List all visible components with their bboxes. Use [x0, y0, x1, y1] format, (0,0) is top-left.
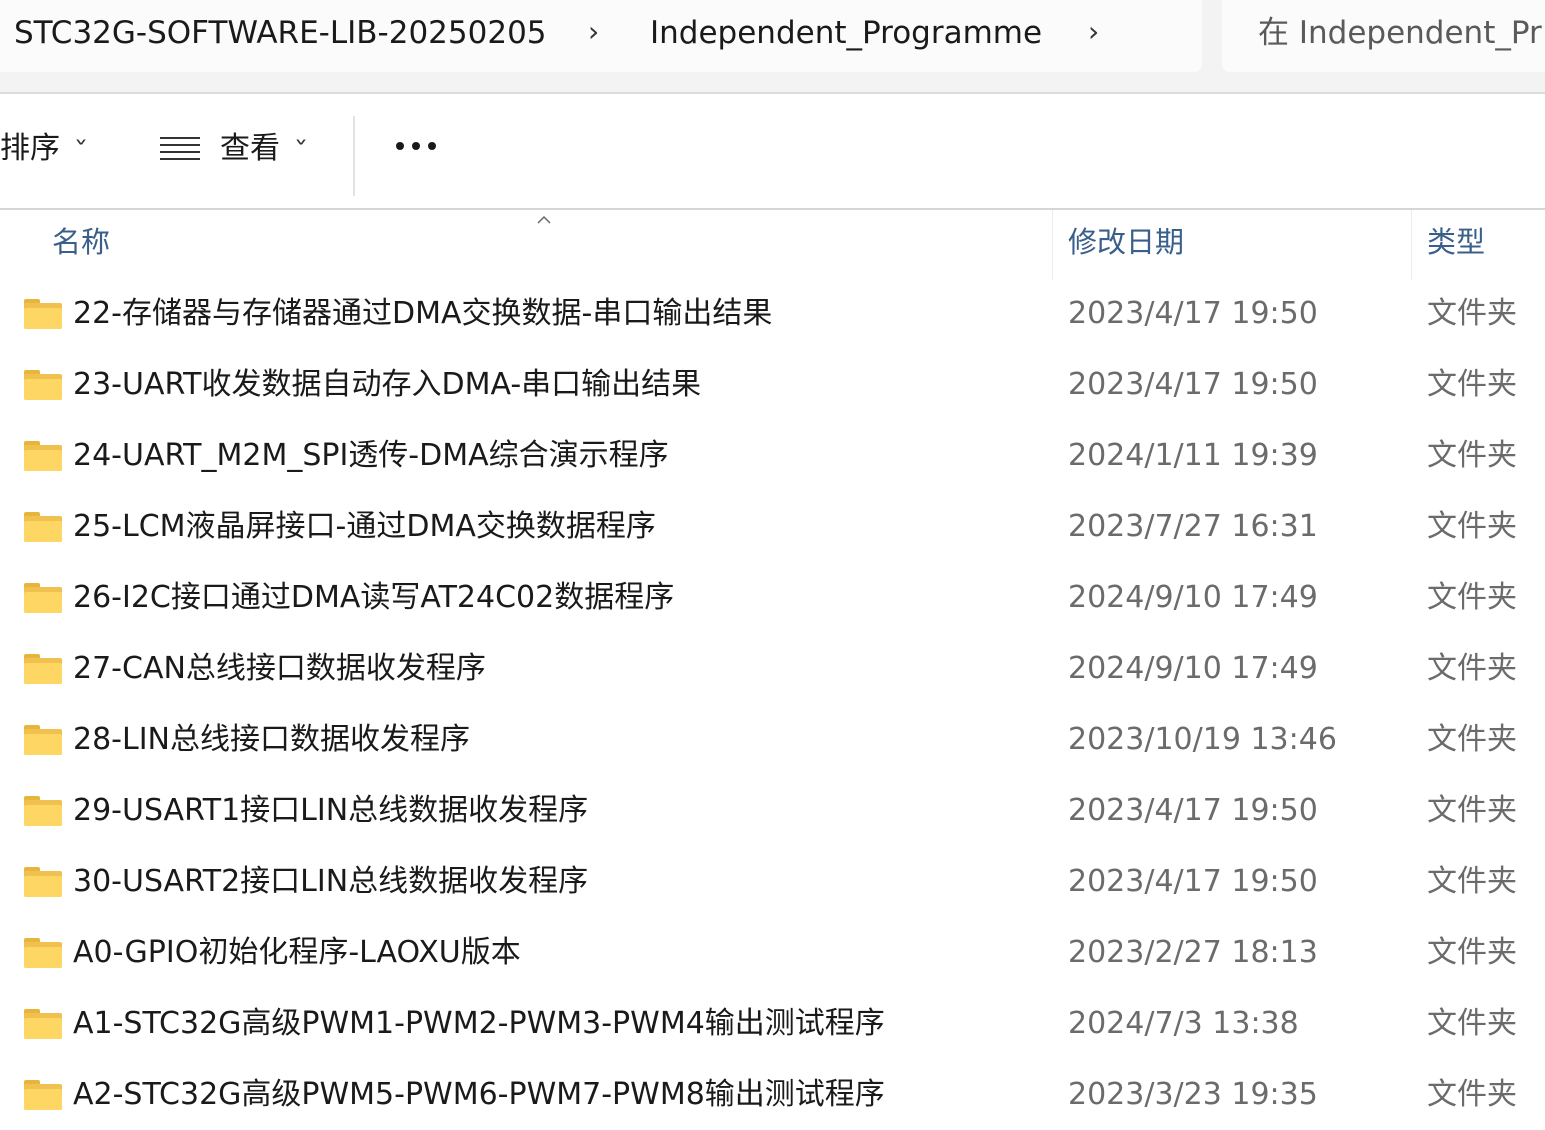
folder-icon: [24, 796, 62, 826]
table-row[interactable]: 23-UART收发数据自动存入DMA-串口输出结果 2023/4/17 19:5…: [0, 351, 1545, 422]
folder-icon: [24, 654, 62, 684]
file-date: 2023/2/27 18:13: [1068, 935, 1318, 970]
file-name: 22-存储器与存储器通过DMA交换数据-串口输出结果: [73, 296, 773, 331]
folder-icon: [24, 867, 62, 897]
table-row[interactable]: A1-STC32G高级PWM1-PWM2-PWM3-PWM4输出测试程序 202…: [0, 990, 1545, 1061]
file-date: 2024/9/10 17:49: [1068, 651, 1318, 686]
table-row[interactable]: 26-I2C接口通过DMA读写AT24C02数据程序 2024/9/10 17:…: [0, 564, 1545, 635]
table-row[interactable]: A0-GPIO初始化程序-LAOXU版本 2023/2/27 18:13 文件夹: [0, 919, 1545, 990]
file-type: 文件夹: [1427, 793, 1517, 828]
breadcrumb-item-root[interactable]: STC32G-SOFTWARE-LIB-20250205: [14, 18, 547, 49]
folder-icon: [24, 583, 62, 613]
file-type: 文件夹: [1427, 935, 1517, 970]
file-type: 文件夹: [1427, 864, 1517, 899]
table-row[interactable]: 29-USART1接口LIN总线数据收发程序 2023/4/17 19:50 文…: [0, 777, 1545, 848]
file-date: 2023/4/17 19:50: [1068, 367, 1318, 402]
address-bar-area: STC32G-SOFTWARE-LIB-20250205 › Independe…: [0, 0, 1545, 92]
file-type: 文件夹: [1427, 296, 1517, 331]
file-type: 文件夹: [1427, 580, 1517, 615]
folder-icon: [24, 441, 62, 471]
file-date: 2024/9/10 17:49: [1068, 580, 1318, 615]
file-name: A1-STC32G高级PWM1-PWM2-PWM3-PWM4输出测试程序: [73, 1006, 885, 1041]
file-type: 文件夹: [1427, 367, 1517, 402]
file-name: 28-LIN总线接口数据收发程序: [73, 722, 471, 757]
file-date: 2023/3/23 19:35: [1068, 1077, 1318, 1112]
table-row[interactable]: 25-LCM液晶屏接口-通过DMA交换数据程序 2023/7/27 16:31 …: [0, 493, 1545, 564]
search-input[interactable]: 在 Independent_Pr: [1222, 0, 1545, 72]
folder-icon: [24, 725, 62, 755]
toolbar-divider: [353, 116, 355, 196]
file-type: 文件夹: [1427, 438, 1517, 473]
file-date: 2023/4/17 19:50: [1068, 864, 1318, 899]
file-date: 2023/4/17 19:50: [1068, 793, 1318, 828]
file-name: 24-UART_M2M_SPI透传-DMA综合演示程序: [73, 438, 669, 473]
view-label: 查看: [220, 131, 280, 166]
chevron-down-icon: ˅: [293, 137, 309, 161]
file-name: 26-I2C接口通过DMA读写AT24C02数据程序: [73, 580, 675, 615]
table-row[interactable]: A2-STC32G高级PWM5-PWM6-PWM7-PWM8输出测试程序 202…: [0, 1061, 1545, 1130]
file-name: 27-CAN总线接口数据收发程序: [73, 651, 486, 686]
view-button[interactable]: 查看 ˅: [160, 131, 309, 166]
more-options-icon[interactable]: [396, 142, 436, 150]
folder-icon: [24, 1080, 62, 1110]
file-type: 文件夹: [1427, 509, 1517, 544]
file-name: 30-USART2接口LIN总线数据收发程序: [73, 864, 589, 899]
file-name: A2-STC32G高级PWM5-PWM6-PWM7-PWM8输出测试程序: [73, 1077, 885, 1112]
file-type: 文件夹: [1427, 722, 1517, 757]
breadcrumb[interactable]: STC32G-SOFTWARE-LIB-20250205 › Independe…: [0, 0, 1202, 72]
column-header-date[interactable]: 修改日期: [1068, 228, 1184, 257]
table-row[interactable]: 27-CAN总线接口数据收发程序 2024/9/10 17:49 文件夹: [0, 635, 1545, 706]
column-header-name[interactable]: 名称: [52, 228, 110, 257]
folder-icon: [24, 512, 62, 542]
file-type: 文件夹: [1427, 1077, 1517, 1112]
chevron-down-icon: ˅: [73, 137, 89, 161]
file-list: 名称 修改日期 类型 22-存储器与存储器通过DMA交换数据-串口输出结果 20…: [0, 210, 1545, 1130]
folder-icon: [24, 299, 62, 329]
chevron-right-icon[interactable]: ›: [1088, 18, 1099, 46]
file-type: 文件夹: [1427, 651, 1517, 686]
column-header-type[interactable]: 类型: [1427, 228, 1485, 257]
file-date: 2024/7/3 13:38: [1068, 1006, 1299, 1041]
table-row[interactable]: 22-存储器与存储器通过DMA交换数据-串口输出结果 2023/4/17 19:…: [0, 280, 1545, 351]
table-row[interactable]: 24-UART_M2M_SPI透传-DMA综合演示程序 2024/1/11 19…: [0, 422, 1545, 493]
file-name: A0-GPIO初始化程序-LAOXU版本: [73, 935, 521, 970]
sort-label: 排序: [0, 131, 60, 166]
column-divider[interactable]: [1411, 210, 1412, 280]
breadcrumb-item-current[interactable]: Independent_Programme: [650, 18, 1042, 49]
folder-icon: [24, 370, 62, 400]
folder-icon: [24, 938, 62, 968]
file-name: 29-USART1接口LIN总线数据收发程序: [73, 793, 589, 828]
file-type: 文件夹: [1427, 1006, 1517, 1041]
search-placeholder: 在 Independent_Pr: [1258, 15, 1542, 51]
file-name: 25-LCM液晶屏接口-通过DMA交换数据程序: [73, 509, 656, 544]
file-name: 23-UART收发数据自动存入DMA-串口输出结果: [73, 367, 702, 402]
list-view-icon: [160, 137, 200, 161]
chevron-right-icon[interactable]: ›: [588, 18, 599, 46]
file-date: 2023/10/19 13:46: [1068, 722, 1337, 757]
sort-ascending-icon: [537, 215, 551, 224]
file-date: 2023/4/17 19:50: [1068, 296, 1318, 331]
command-bar: 排序 ˅ 查看 ˅: [0, 92, 1545, 210]
sort-button[interactable]: 排序 ˅: [0, 131, 89, 166]
file-date: 2023/7/27 16:31: [1068, 509, 1318, 544]
file-date: 2024/1/11 19:39: [1068, 438, 1318, 473]
table-row[interactable]: 30-USART2接口LIN总线数据收发程序 2023/4/17 19:50 文…: [0, 848, 1545, 919]
column-divider[interactable]: [1052, 210, 1053, 280]
folder-icon: [24, 1009, 62, 1039]
table-row[interactable]: 28-LIN总线接口数据收发程序 2023/10/19 13:46 文件夹: [0, 706, 1545, 777]
column-header-row: 名称 修改日期 类型: [0, 210, 1545, 280]
